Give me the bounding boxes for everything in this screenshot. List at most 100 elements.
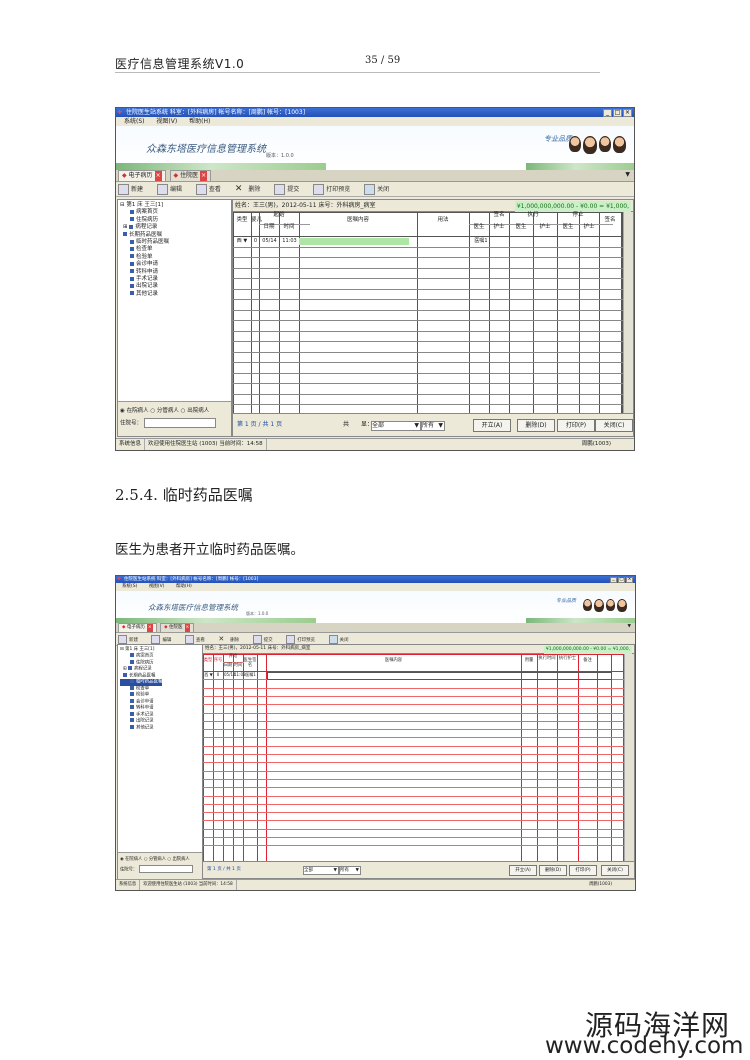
column-header: 医生 bbox=[562, 224, 574, 230]
new-button[interactable]: 新建 bbox=[118, 183, 149, 197]
patient-info: 姓名：王三(男)，2012-05-11 床号：外科病房_病室 bbox=[205, 646, 311, 651]
document-icon bbox=[130, 246, 134, 251]
column-header: 时间 bbox=[283, 224, 295, 230]
grid-line bbox=[203, 712, 624, 714]
radio-assigned[interactable]: ○ 分管病人 bbox=[144, 857, 166, 862]
tree-item[interactable]: ⊞ 病程记录 bbox=[120, 224, 169, 231]
radio-discharged[interactable]: ○ 出院病人 bbox=[181, 408, 210, 414]
tab-inpatient[interactable]: ◆ 住院医 × bbox=[160, 623, 195, 632]
tree-item[interactable]: 出院记录 bbox=[120, 283, 169, 290]
open-order-button[interactable]: 开立(A) bbox=[509, 865, 537, 876]
menu-help[interactable]: 帮助(H) bbox=[189, 118, 210, 125]
print-preview-button[interactable]: 打印预览 bbox=[313, 183, 356, 197]
row-cell: 西 ▼ bbox=[204, 672, 213, 677]
radio-inpatient[interactable]: ◉ 在院病人 bbox=[120, 857, 142, 862]
grid-line bbox=[203, 770, 624, 772]
column-header: 签名 bbox=[493, 212, 505, 218]
grid-line bbox=[597, 654, 598, 861]
order-content-input[interactable] bbox=[267, 672, 612, 680]
column-header: 日期 bbox=[263, 224, 275, 230]
close-order-button[interactable]: 关闭(C) bbox=[595, 419, 633, 432]
tree-item[interactable]: 病案首页 bbox=[120, 209, 169, 216]
vertical-scrollbar[interactable] bbox=[623, 212, 633, 413]
tree-item[interactable]: 转科申请 bbox=[120, 269, 169, 276]
delete-order-button[interactable]: 删除(D) bbox=[517, 419, 555, 432]
tree-item[interactable]: 其他记录 bbox=[120, 724, 162, 732]
filter-select-2[interactable]: 所有 ▼ bbox=[421, 421, 445, 431]
document-icon bbox=[130, 239, 134, 244]
menu-system[interactable]: 系统(S) bbox=[122, 584, 137, 589]
delete-button[interactable]: ✕ 删除 bbox=[235, 182, 267, 197]
document-icon bbox=[130, 692, 134, 696]
submit-button[interactable]: 提交 bbox=[274, 183, 305, 197]
tab-emr[interactable]: ◆ 电子病历 × bbox=[118, 623, 157, 632]
row-cell: 11:03 bbox=[282, 238, 297, 244]
edit-button[interactable]: 编辑 bbox=[156, 183, 188, 197]
open-order-button[interactable]: 开立(A) bbox=[473, 419, 511, 432]
banner-title: 众森东塔医疗信息管理系统 bbox=[148, 603, 238, 612]
tab-menu-icon[interactable]: ▼ bbox=[628, 623, 631, 631]
column-header: 序号 bbox=[213, 658, 223, 663]
tree-item[interactable]: 检查单 bbox=[120, 246, 169, 253]
filter-select-1[interactable]: 全部 ▼ bbox=[371, 421, 421, 431]
close-button[interactable]: 关闭 bbox=[364, 183, 395, 197]
grid-line bbox=[233, 246, 623, 248]
close-tab-icon[interactable]: × bbox=[184, 624, 191, 632]
document-icon bbox=[128, 666, 133, 670]
tree-item[interactable]: 其他记录 bbox=[120, 291, 169, 298]
radio-inpatient[interactable]: ◉ 在院病人 bbox=[120, 408, 149, 414]
minimize-icon[interactable]: _ bbox=[610, 577, 617, 583]
view-button[interactable]: 查看 bbox=[195, 183, 227, 197]
grid-line bbox=[233, 362, 623, 363]
doc-title: 医疗信息管理系统V1.0 bbox=[115, 57, 245, 71]
document-icon bbox=[130, 718, 134, 722]
menu-help[interactable]: 帮助(H) bbox=[176, 584, 192, 589]
grid-line bbox=[233, 393, 623, 395]
tree-item[interactable]: 长期药品医嘱 bbox=[120, 232, 169, 239]
vertical-scrollbar[interactable] bbox=[624, 654, 634, 861]
menu-view[interactable]: 视图(V) bbox=[156, 118, 177, 125]
menu-view[interactable]: 视图(V) bbox=[149, 584, 165, 589]
grid-line bbox=[521, 654, 522, 861]
maximize-icon[interactable]: □ bbox=[618, 577, 625, 583]
patient-info-bar: 姓名：王三(男)，2012-05-11 床号：外科病房_病室 ¥1,000,00… bbox=[203, 645, 634, 654]
search-input[interactable] bbox=[138, 865, 193, 873]
minimize-icon[interactable]: _ bbox=[603, 109, 612, 117]
close-order-button[interactable]: 关闭(C) bbox=[601, 865, 629, 876]
close-icon[interactable]: × bbox=[623, 109, 632, 117]
maximize-icon[interactable]: □ bbox=[613, 109, 622, 117]
column-header: 开始 bbox=[228, 654, 238, 659]
close-tab-icon[interactable]: × bbox=[154, 171, 162, 181]
tab-menu-icon[interactable]: ▼ bbox=[625, 170, 630, 180]
grid-line bbox=[203, 820, 624, 822]
print-button[interactable]: 打印(P) bbox=[569, 865, 597, 876]
radio-discharged[interactable]: ○ 出院病人 bbox=[167, 857, 189, 862]
close-tab-icon[interactable]: × bbox=[200, 171, 208, 181]
filter-select-2[interactable]: 所有 ▼ bbox=[339, 866, 361, 875]
grid-line bbox=[203, 754, 624, 755]
close-icon[interactable]: × bbox=[626, 577, 633, 583]
tab-inpatient[interactable]: ◆ 住院医 × bbox=[169, 170, 212, 181]
grid-line bbox=[233, 278, 623, 279]
banner: 众森东塔医疗信息管理系统 版本：1.0.0 专业品质 bbox=[116, 126, 634, 170]
print-button[interactable]: 打印(P) bbox=[557, 419, 595, 432]
column-header: 类型 bbox=[236, 217, 248, 223]
delete-order-button[interactable]: 删除(D) bbox=[539, 865, 567, 876]
close-tab-icon[interactable]: × bbox=[146, 624, 153, 632]
tree-item[interactable]: 会诊申请 bbox=[120, 261, 169, 268]
grid-line bbox=[203, 812, 624, 814]
grid-line bbox=[203, 745, 624, 747]
column-header: 执行时间 bbox=[538, 656, 556, 661]
document-icon bbox=[130, 217, 134, 222]
radio-assigned[interactable]: ○ 分管病人 bbox=[150, 408, 179, 414]
column-header: 执行护士 bbox=[558, 656, 577, 661]
search-input[interactable] bbox=[143, 418, 216, 428]
menu-system[interactable]: 系统(S) bbox=[124, 118, 145, 125]
grid-line bbox=[233, 288, 623, 290]
document-icon bbox=[130, 711, 134, 716]
grid-line bbox=[223, 654, 224, 861]
filter-select-1[interactable]: 全部 ▼ bbox=[303, 866, 339, 875]
tab-emr[interactable]: ◆ 电子病历 × bbox=[118, 170, 166, 181]
grid-line bbox=[233, 267, 623, 269]
row-cell: 0 bbox=[253, 238, 258, 244]
